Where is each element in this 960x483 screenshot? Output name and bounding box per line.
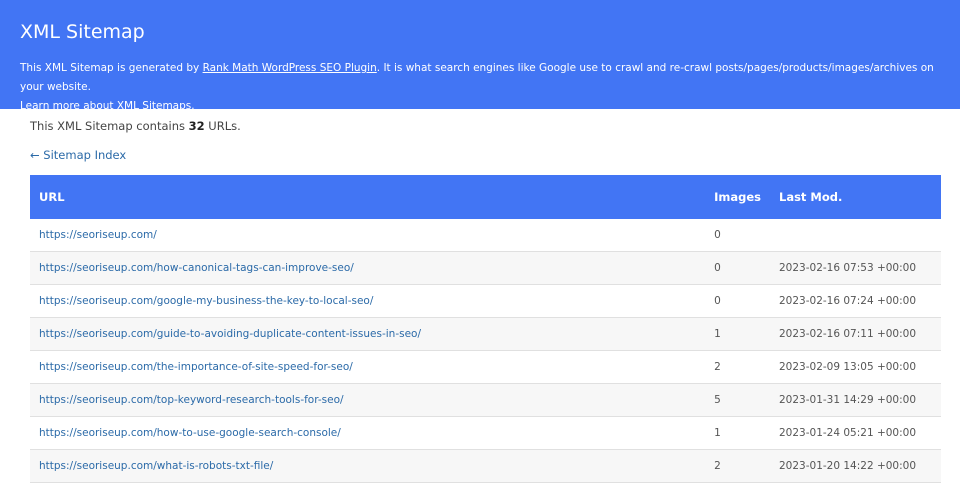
- url-count-summary: This XML Sitemap contains 32 URLs.: [30, 118, 941, 134]
- sitemap-url-link[interactable]: https://seoriseup.com/how-canonical-tags…: [39, 262, 354, 274]
- main-content: This XML Sitemap contains 32 URLs. ← Sit…: [0, 118, 960, 483]
- sitemap-index-link[interactable]: ← Sitemap Index: [30, 147, 126, 163]
- sitemap-url-link[interactable]: https://seoriseup.com/top-keyword-resear…: [39, 394, 344, 406]
- page-header: XML Sitemap This XML Sitemap is generate…: [0, 0, 960, 112]
- images-count-cell: 1: [705, 416, 770, 450]
- url-cell: https://seoriseup.com/how-to-use-google-…: [30, 416, 706, 450]
- last-mod-cell: 2023-01-20 14:22 +00:00: [770, 449, 941, 483]
- url-count: 32: [188, 119, 205, 133]
- sitemap-url-link[interactable]: https://seoriseup.com/how-to-use-google-…: [39, 427, 341, 439]
- last-mod-cell: 2023-02-16 07:11 +00:00: [770, 317, 941, 351]
- last-mod-cell: 2023-02-16 07:53 +00:00: [770, 251, 941, 285]
- count-prefix: This XML Sitemap contains: [30, 119, 189, 133]
- url-cell: https://seoriseup.com/top-keyword-resear…: [30, 383, 706, 417]
- sitemap-table: URL Images Last Mod. https://seoriseup.c…: [30, 175, 941, 483]
- page-title: XML Sitemap: [20, 21, 145, 43]
- table-row: https://seoriseup.com/how-canonical-tags…: [30, 251, 941, 285]
- table-row: https://seoriseup.com/the-importance-of-…: [30, 350, 941, 384]
- url-cell: https://seoriseup.com/how-canonical-tags…: [30, 251, 706, 285]
- images-count-cell: 2: [705, 449, 770, 483]
- sitemap-url-link[interactable]: https://seoriseup.com/the-importance-of-…: [39, 361, 353, 373]
- last-mod-cell: 2023-01-24 05:21 +00:00: [770, 416, 941, 450]
- images-count-cell: 0: [705, 219, 770, 252]
- table-row: https://seoriseup.com/guide-to-avoiding-…: [30, 317, 941, 351]
- count-suffix: URLs.: [204, 119, 241, 133]
- last-mod-cell: [770, 219, 941, 252]
- images-count-cell: 2: [705, 350, 770, 384]
- table-row: https://seoriseup.com/how-to-use-google-…: [30, 416, 941, 450]
- images-count-cell: 1: [705, 317, 770, 351]
- last-mod-cell: 2023-02-16 07:24 +00:00: [770, 284, 941, 318]
- url-cell: https://seoriseup.com/the-importance-of-…: [30, 350, 706, 384]
- sitemap-table-body: https://seoriseup.com/0 https://seoriseup…: [30, 219, 941, 483]
- url-column-header: URL: [39, 190, 65, 204]
- table-row: https://seoriseup.com/what-is-robots-txt…: [30, 449, 941, 483]
- learn-more-suffix: .: [191, 100, 195, 112]
- sitemap-url-link[interactable]: https://seoriseup.com/what-is-robots-txt…: [39, 460, 273, 472]
- images-column-header: Images: [714, 190, 761, 204]
- description-text: This XML Sitemap is generated by: [20, 62, 203, 74]
- table-row: https://seoriseup.com/google-my-business…: [30, 284, 941, 318]
- table-row: https://seoriseup.com/0: [30, 219, 941, 252]
- url-cell: https://seoriseup.com/google-my-business…: [30, 284, 706, 318]
- xml-sitemaps-link[interactable]: XML Sitemaps: [117, 100, 191, 112]
- last-mod-cell: 2023-02-09 13:05 +00:00: [770, 350, 941, 384]
- url-cell: https://seoriseup.com/what-is-robots-txt…: [30, 449, 706, 483]
- learn-more-text: Learn more about: [20, 100, 117, 112]
- images-count-cell: 0: [705, 251, 770, 285]
- images-count-cell: 0: [705, 284, 770, 318]
- images-count-cell: 5: [705, 383, 770, 417]
- sitemap-url-link[interactable]: https://seoriseup.com/: [39, 229, 157, 241]
- header-description: This XML Sitemap is generated by Rank Ma…: [20, 59, 950, 116]
- table-header-row: URL Images Last Mod.: [30, 175, 941, 219]
- table-row: https://seoriseup.com/top-keyword-resear…: [30, 383, 941, 417]
- sitemap-url-link[interactable]: https://seoriseup.com/google-my-business…: [39, 295, 373, 307]
- sitemap-url-link[interactable]: https://seoriseup.com/guide-to-avoiding-…: [39, 328, 421, 340]
- last-mod-column-header: Last Mod.: [779, 190, 843, 204]
- rank-math-plugin-link[interactable]: Rank Math WordPress SEO Plugin: [203, 62, 377, 74]
- url-cell: https://seoriseup.com/: [30, 219, 706, 252]
- url-cell: https://seoriseup.com/guide-to-avoiding-…: [30, 317, 706, 351]
- last-mod-cell: 2023-01-31 14:29 +00:00: [770, 383, 941, 417]
